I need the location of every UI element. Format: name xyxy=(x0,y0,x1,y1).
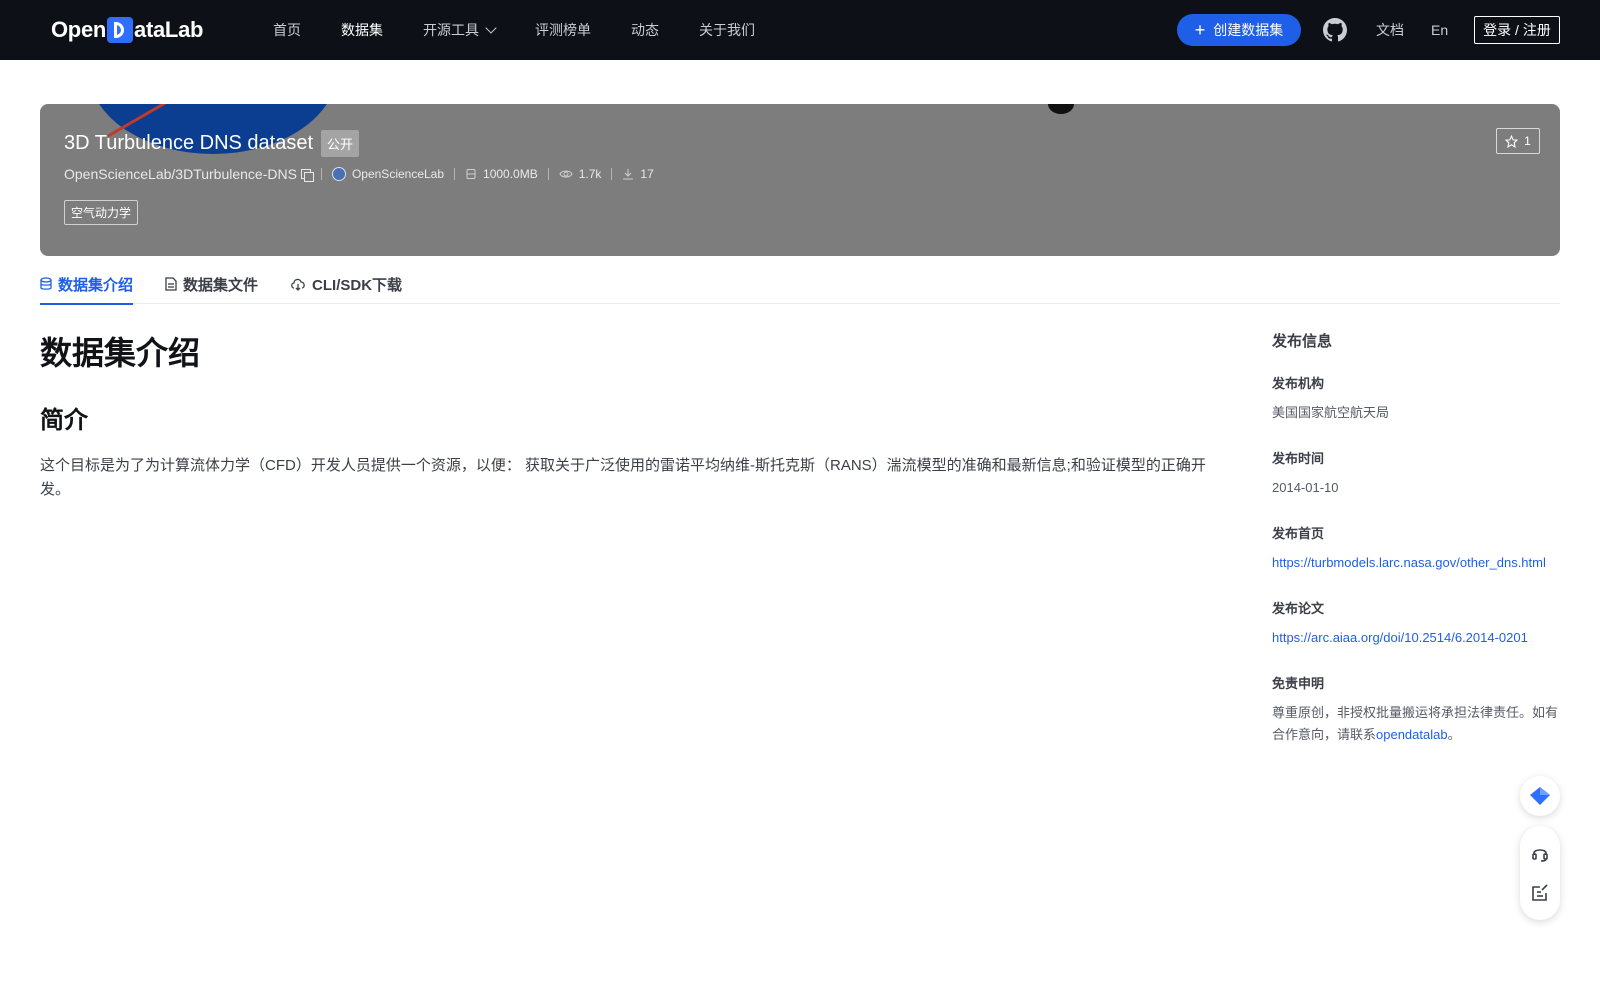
nav-tools[interactable]: 开源工具 xyxy=(423,20,497,40)
dataset-hero: 3D Turbulence DNS dataset 公开 OpenScience… xyxy=(40,104,1560,256)
login-register-button[interactable]: 登录 / 注册 xyxy=(1474,16,1560,44)
hero-cover-mark xyxy=(1048,104,1074,114)
meta-divider xyxy=(454,168,456,180)
dataset-path: OpenScienceLab/3DTurbulence-DNS xyxy=(64,166,297,182)
meta-divider xyxy=(547,168,549,180)
tab-files[interactable]: 数据集文件 xyxy=(165,264,258,304)
logo-text-pre: Open xyxy=(51,17,107,42)
cloud-icon xyxy=(291,278,305,291)
nav-news[interactable]: 动态 xyxy=(631,20,659,40)
dataset-tabs: 数据集介绍 数据集文件 CLI/SDK下载 xyxy=(40,264,1560,305)
nav-docs[interactable]: 文档 xyxy=(1376,0,1404,60)
star-icon xyxy=(1505,134,1519,148)
disclaimer-end: 。 xyxy=(1447,727,1461,742)
nav-about[interactable]: 关于我们 xyxy=(699,20,755,40)
nav-lang-toggle[interactable]: En xyxy=(1431,0,1448,60)
meta-divider xyxy=(320,168,322,180)
dataset-tag[interactable]: 空气动力学 xyxy=(64,200,139,225)
download-count: 17 xyxy=(640,167,654,181)
dataset-title: 3D Turbulence DNS dataset xyxy=(64,132,314,154)
disclaimer-label: 免责申明 xyxy=(1272,676,1325,691)
site-logo[interactable]: Open ataLab xyxy=(51,14,203,46)
homepage-label: 发布首页 xyxy=(1272,526,1325,541)
database-icon xyxy=(40,277,52,290)
github-icon[interactable] xyxy=(1323,18,1347,42)
create-dataset-button[interactable]: + 创建数据集 xyxy=(1177,14,1301,46)
nav-home[interactable]: 首页 xyxy=(273,20,301,40)
nav-links: 首页 数据集 开源工具 评测榜单 动态 关于我们 xyxy=(273,0,795,60)
tab-intro-label: 数据集介绍 xyxy=(58,276,134,294)
chevron-down-icon xyxy=(485,22,497,34)
database-icon xyxy=(466,169,476,179)
date-label: 发布时间 xyxy=(1272,451,1325,466)
assistant-float-button[interactable] xyxy=(1520,776,1560,816)
org-value: 美国国家航空航天局 xyxy=(1272,405,1390,420)
view-count: 1.7k xyxy=(578,167,602,181)
owner-name: OpenScienceLab xyxy=(351,167,445,181)
owner-avatar xyxy=(331,167,346,181)
views-info: 1.7k xyxy=(559,167,602,181)
copy-icon[interactable] xyxy=(300,169,314,182)
top-nav: Open ataLab 首页 数据集 开源工具 评测榜单 动态 关于我们 + 创… xyxy=(0,0,1600,60)
tab-cli-sdk[interactable]: CLI/SDK下载 xyxy=(290,264,402,304)
dataset-size: 1000.0MB xyxy=(483,167,538,181)
section-title: 简介 xyxy=(40,407,88,434)
contact-link[interactable]: opendatalab xyxy=(1376,727,1448,742)
page-title: 数据集介绍 xyxy=(40,335,201,371)
logo-text-post: ataLab xyxy=(134,17,204,42)
diamond-icon xyxy=(1530,787,1550,805)
star-button[interactable]: 1 xyxy=(1496,128,1540,154)
create-dataset-label: 创建数据集 xyxy=(1213,22,1284,38)
org-label: 发布机构 xyxy=(1272,376,1325,391)
publish-info-heading: 发布信息 xyxy=(1272,333,1333,350)
tab-cli-sdk-label: CLI/SDK下载 xyxy=(312,276,403,294)
visibility-badge: 公开 xyxy=(321,130,360,157)
paper-link[interactable]: https://arc.aiaa.org/doi/10.2514/6.2014-… xyxy=(1272,627,1562,649)
headset-icon[interactable] xyxy=(1530,844,1550,864)
downloads-info: 17 xyxy=(622,167,654,181)
download-icon xyxy=(623,169,634,180)
logo-d-icon xyxy=(107,17,134,43)
meta-divider xyxy=(611,168,613,180)
nav-datasets[interactable]: 数据集 xyxy=(341,20,383,40)
publish-info-panel: 发布信息 发布机构 美国国家航空航天局 发布时间 2014-01-10 发布首页… xyxy=(1272,330,1562,770)
tab-files-label: 数据集文件 xyxy=(183,276,259,294)
nav-leaderboard[interactable]: 评测榜单 xyxy=(535,20,591,40)
paper-label: 发布论文 xyxy=(1272,601,1325,616)
dataset-title-row: 3D Turbulence DNS dataset 公开 xyxy=(64,130,360,157)
plus-icon: + xyxy=(1194,20,1206,40)
dataset-description: 这个目标是为了为计算流体力学（CFD）开发人员提供一个资源，以便： 获取关于广泛… xyxy=(40,457,1206,498)
floating-toolbar xyxy=(1520,826,1560,920)
eye-icon xyxy=(559,170,573,178)
size-info: 1000.0MB xyxy=(465,167,538,181)
edit-icon[interactable] xyxy=(1530,883,1550,903)
date-value: 2014-01-10 xyxy=(1272,480,1339,495)
dataset-meta: OpenScienceLab/3DTurbulence-DNS OpenScie… xyxy=(64,166,654,182)
file-icon xyxy=(165,277,177,291)
star-count: 1 xyxy=(1524,134,1531,148)
tab-intro[interactable]: 数据集介绍 xyxy=(40,264,134,305)
homepage-link[interactable]: https://turbmodels.larc.nasa.gov/other_d… xyxy=(1272,552,1562,574)
owner-info[interactable]: OpenScienceLab xyxy=(331,167,445,181)
disclaimer-text: 尊重原创，非授权批量搬运将承担法律责任。如有合作意向，请联系opendatala… xyxy=(1272,702,1562,746)
nav-tools-label: 开源工具 xyxy=(423,22,479,38)
